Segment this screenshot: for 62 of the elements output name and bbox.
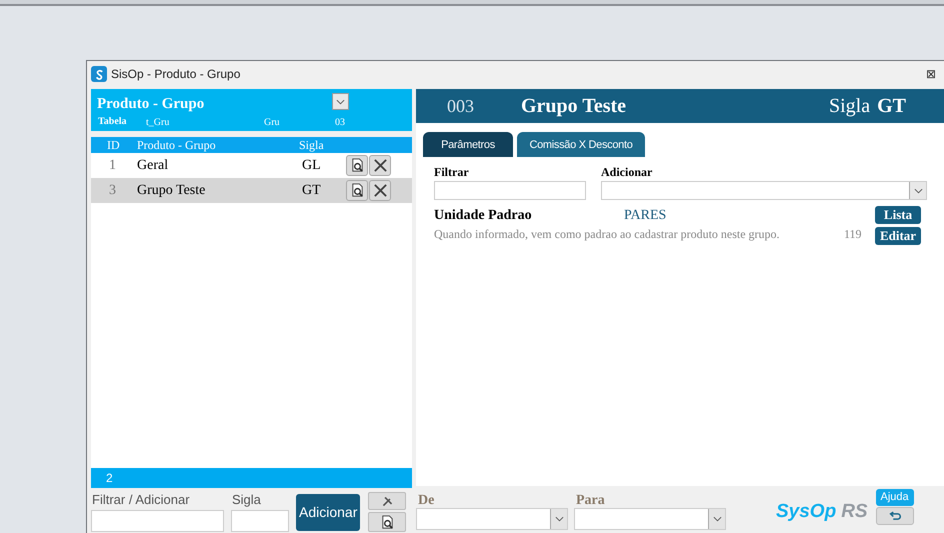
sigla-label: Sigla [829,94,870,119]
tools-button[interactable] [368,492,406,510]
field-label: Para [575,493,606,508]
row-sigla: GT [302,182,322,200]
table-name: t_Gru [146,116,170,130]
row-id: 1 [108,157,117,175]
tab[interactable]: Parâmetros [423,132,513,157]
sigla-field[interactable] [231,510,289,532]
search-button[interactable] [368,512,406,532]
app-icon [91,66,107,82]
code-name: Gru [264,116,280,130]
field-label: De [417,493,436,508]
caret-icon [554,516,564,522]
row-id: 3 [108,182,117,200]
column-header: Produto - Grupo [137,137,217,154]
column-header: ID [106,137,121,154]
panel-title: Produto - Grupo [97,95,204,114]
dropdown-button[interactable] [332,93,349,110]
detail-name: Grupo Teste [521,94,628,119]
field-label: Sigla [231,492,262,507]
add-button[interactable]: Adicionar [296,494,360,531]
window-title: SisOp - Produto - Grupo [111,66,242,83]
sigla-value: GT [877,94,906,119]
caret-icon [914,188,922,194]
logo-text: RS [841,501,868,523]
row-name: Geral [137,157,170,175]
close-icon [372,183,388,198]
filter-field[interactable] [434,181,586,200]
back-icon [888,510,902,522]
view-button[interactable] [346,155,368,176]
logo-text: SysOp [776,501,836,523]
field-label: Adicionar [601,165,654,180]
view-button[interactable] [346,180,368,201]
filter-field[interactable] [91,510,224,532]
field-label: Filtrar / Adicionar [91,492,191,507]
edit-button[interactable]: Editar [875,227,921,245]
tab[interactable]: Comissão X Desconto [517,132,645,157]
field-label: Filtrar [434,165,470,180]
column-header: Sigla [299,137,325,154]
detail-code: 003 [447,94,475,118]
back-button[interactable] [876,507,914,525]
row-count: 2 [106,470,113,487]
caret-icon [712,516,722,522]
caret-icon [336,98,345,104]
parameter-name: Unidade Padrao [434,206,533,224]
parameter-description: Quando informado, vem como padrao ao cadastrar produto neste grupo. [434,226,781,243]
delete-button[interactable] [369,180,391,201]
magnifier-icon [380,514,395,530]
list-button[interactable]: Lista [875,206,921,224]
row-name: Grupo Teste [137,182,206,200]
magnifier-icon [350,183,364,198]
tools-icon [380,494,394,508]
parameter-value: PARES [624,206,666,224]
list-row[interactable]: 3 Grupo Teste GT [91,178,412,203]
delete-button[interactable] [369,155,391,176]
close-icon [372,158,388,173]
magnifier-icon [350,158,364,173]
row-sigla: GL [302,157,322,175]
parameter-number: 119 [844,226,862,243]
table-code: 03 [335,116,345,130]
close-button[interactable]: ⊠ [926,65,936,83]
table-label: Tabela [98,115,127,129]
